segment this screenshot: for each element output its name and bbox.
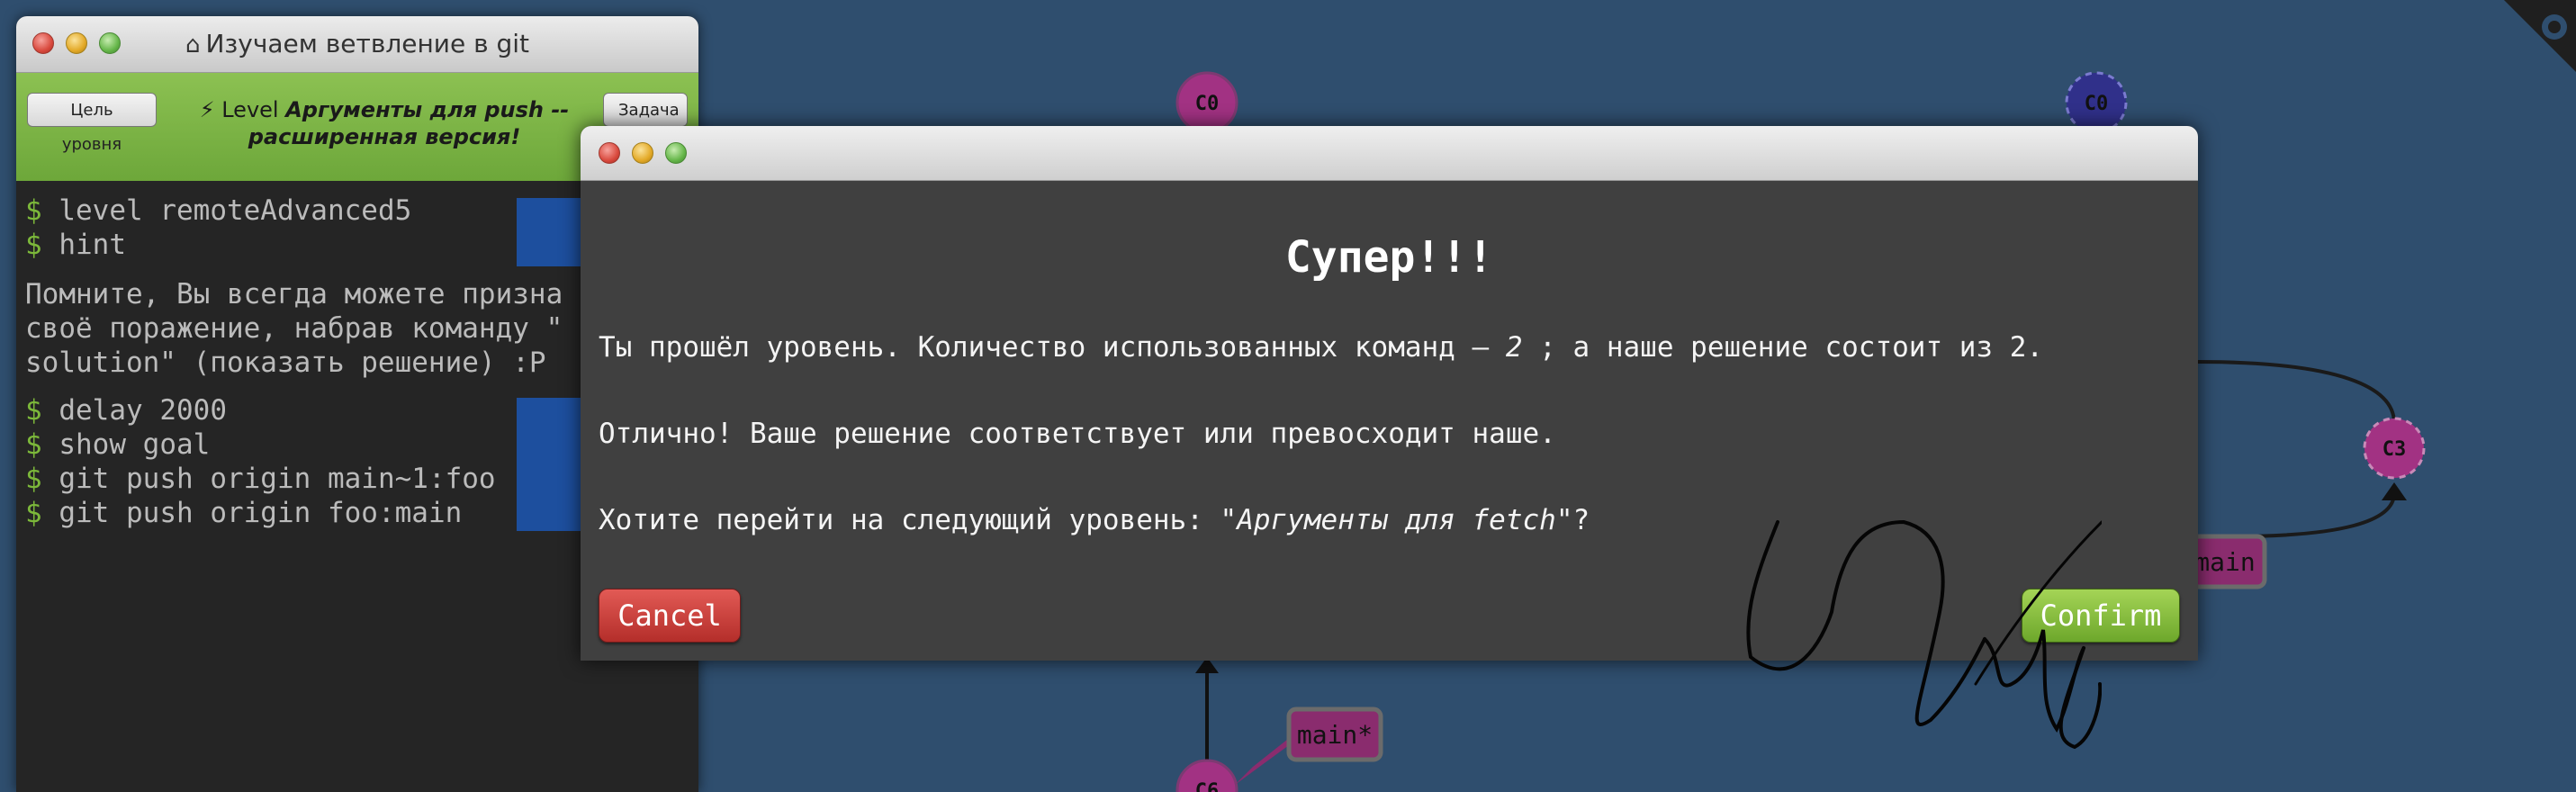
dialog-result-line: Ты прошёл уровень. Количество использова… <box>599 331 2044 364</box>
dialog-next-level-line: Хотите перейти на следующий уровень: "Ар… <box>599 504 1590 536</box>
terminal-title: ⌂ Изучаем ветвление в git <box>16 29 698 58</box>
graph-edge-c3-lower <box>2231 492 2396 538</box>
graph-arrow-c3 <box>2382 482 2407 500</box>
dialog-titlebar <box>581 126 2198 181</box>
svg-text:C0: C0 <box>1195 93 1220 115</box>
terminal-command: $ git push origin main~1:foo <box>25 463 496 495</box>
close-icon[interactable] <box>599 142 620 164</box>
github-icon <box>2542 14 2567 40</box>
terminal-command: $ show goal <box>25 428 211 461</box>
task-button[interactable]: Задача <box>603 93 688 127</box>
signature-drawing <box>1746 519 2102 750</box>
terminal-command: $ git push origin foo:main <box>25 497 463 529</box>
svg-text:main: main <box>2194 547 2255 577</box>
terminal-title-text: Изучаем ветвление в git <box>205 29 530 58</box>
svg-text:C3: C3 <box>2382 438 2407 461</box>
level-prefix: Level <box>221 97 279 122</box>
level-complete-dialog: Супер!!! Ты прошёл уровень. Количество и… <box>581 126 2198 750</box>
branch-tag[interactable]: main* <box>1286 706 1383 762</box>
graph-edge-c3 <box>2195 360 2396 424</box>
terminal-command: $ delay 2000 <box>25 394 227 427</box>
maximize-icon[interactable] <box>665 142 687 164</box>
corner-ribbon[interactable] <box>2486 0 2576 90</box>
lightning-icon: ⚡ <box>199 97 215 122</box>
terminal-hint-line: своё поражение, набрав команду " <box>25 312 563 345</box>
svg-text:C6: C6 <box>1195 780 1220 792</box>
terminal-hint-line: solution" (показать решение) :P <box>25 346 546 379</box>
dialog-praise-line: Отлично! Ваше решение соответствует или … <box>599 418 1556 450</box>
commit-node[interactable]: C3 <box>2363 417 2426 480</box>
terminal-command: $ level remoteAdvanced5 <box>25 194 412 227</box>
home-icon: ⌂ <box>185 32 201 58</box>
terminal-titlebar: ⌂ Изучаем ветвление в git <box>16 16 698 73</box>
terminal-command: $ hint <box>25 229 126 261</box>
level-goal-button[interactable]: Цель уровня <box>27 93 157 154</box>
commit-node-remote[interactable]: C0 <box>2065 71 2128 134</box>
terminal-hint-line: Помните, Вы всегда можете призна <box>25 278 563 310</box>
svg-text:C0: C0 <box>2085 93 2109 115</box>
commit-node[interactable]: C0 <box>1175 71 1238 134</box>
cancel-button[interactable]: Cancel <box>599 589 741 643</box>
commit-node[interactable]: C6 <box>1175 759 1238 792</box>
level-name: Аргументы для push -- расширенная версия… <box>248 97 570 149</box>
minimize-icon[interactable] <box>632 142 653 164</box>
level-title: ⚡ Level Аргументы для push -- расширенна… <box>187 96 581 150</box>
svg-text:main*: main* <box>1297 720 1373 750</box>
dialog-heading: Супер!!! <box>1284 232 1494 283</box>
